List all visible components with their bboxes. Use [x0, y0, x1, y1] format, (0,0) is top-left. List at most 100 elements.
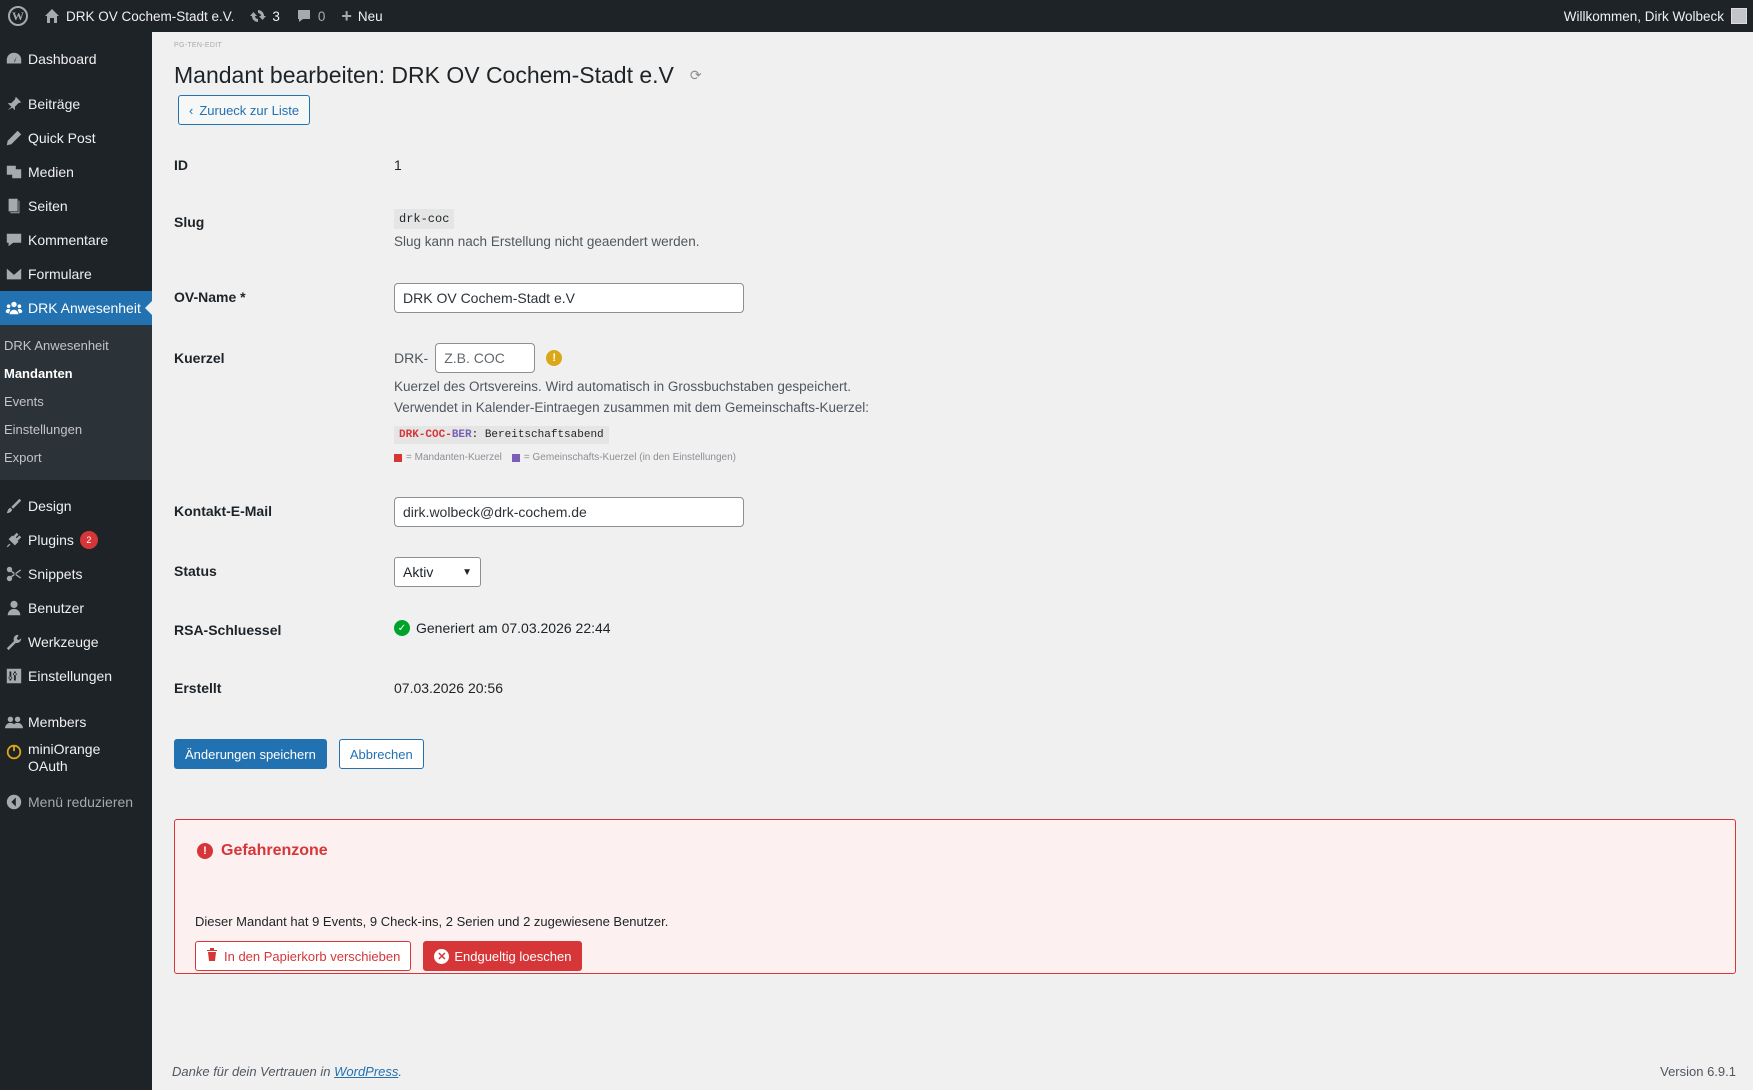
- footer-version: Version 6.9.1: [1660, 1064, 1736, 1079]
- ovname-input[interactable]: DRK OV Cochem-Stadt e.V: [394, 283, 744, 313]
- save-button[interactable]: Änderungen speichern: [174, 739, 327, 769]
- sidebar-label: Kommentare: [28, 232, 109, 248]
- sidebar-label: Benutzer: [28, 600, 85, 616]
- trash-label: In den Papierkorb verschieben: [224, 948, 401, 964]
- email-label: Kontakt-E-Mail: [174, 503, 272, 519]
- collapse-icon: [0, 793, 28, 811]
- greeting: Willkommen, Dirk Wolbeck: [1563, 8, 1724, 24]
- dashboard-icon: [0, 50, 28, 68]
- members-icon: [0, 713, 28, 731]
- comments-link[interactable]: 0: [288, 0, 334, 32]
- warning-icon: !: [546, 350, 563, 366]
- sidebar-item-dashboard[interactable]: Dashboard: [0, 42, 152, 76]
- sidebar-item-benutzer[interactable]: Benutzer: [0, 591, 152, 625]
- page-id-label: PG-TEN-EDIT: [174, 42, 223, 49]
- wordpress-icon: W: [8, 6, 28, 26]
- main-content: PG-TEN-EDIT Mandant bearbeiten: DRK OV C…: [152, 32, 1753, 1090]
- sidebar-label: Snippets: [28, 566, 83, 582]
- refresh-icon: [250, 8, 267, 24]
- slug-value: drk-coc: [394, 209, 455, 229]
- page-title: Mandant bearbeiten: DRK OV Cochem-Stadt …: [174, 62, 674, 88]
- sidebar-label: Beiträge: [28, 96, 81, 112]
- account-menu[interactable]: Willkommen, Dirk Wolbeck: [1556, 0, 1753, 32]
- wordpress-logo-button[interactable]: W: [0, 0, 36, 32]
- settings-icon: [0, 667, 28, 685]
- status-select[interactable]: Aktiv ▼: [394, 557, 481, 587]
- updates-link[interactable]: 3: [242, 0, 288, 32]
- sidebar-item-miniorange-oauth[interactable]: miniOrange OAuth: [0, 739, 152, 779]
- check-circle-icon: ✓: [394, 620, 410, 636]
- id-value: 1: [394, 157, 402, 173]
- sync-icon[interactable]: ⟳: [690, 67, 702, 84]
- collapse-menu-button[interactable]: Menü reduzieren: [0, 785, 152, 819]
- status-value: Aktiv: [403, 564, 434, 580]
- new-content-link[interactable]: + Neu: [333, 0, 390, 32]
- plugin-icon: [0, 531, 28, 549]
- submenu-item-einstellungen[interactable]: Einstellungen: [0, 416, 152, 444]
- delete-permanently-button[interactable]: ✕ Endgueltig loeschen: [423, 941, 583, 971]
- sidebar-item-snippets[interactable]: Snippets: [0, 557, 152, 591]
- legend-red-text: = Mandanten-Kuerzel: [406, 452, 502, 463]
- sidebar-item-werkzeuge[interactable]: Werkzeuge: [0, 625, 152, 659]
- wrench-icon: [0, 633, 28, 651]
- sidebar-label: Dashboard: [28, 51, 97, 67]
- submenu-item-export[interactable]: Export: [0, 444, 152, 472]
- submenu-item-events[interactable]: Events: [0, 388, 152, 416]
- user-icon: [0, 599, 28, 617]
- example-mandant-part: DRK-COC-: [399, 429, 452, 441]
- brush-icon: [0, 497, 28, 515]
- created-value: 07.03.2026 20:56: [394, 680, 503, 696]
- mail-icon: [0, 265, 28, 283]
- home-icon: [44, 8, 60, 24]
- sidebar-label: Plugins: [28, 532, 74, 548]
- calendar-example: DRK-COC-BER: Bereitschaftsabend: [394, 426, 609, 444]
- sidebar-item-members[interactable]: Members: [0, 705, 152, 739]
- kuerzel-description-1: Kuerzel des Ortsvereins. Wird automatisc…: [394, 379, 851, 394]
- sidebar-label: Werkzeuge: [28, 634, 99, 650]
- sidebar-item-quick-post[interactable]: Quick Post: [0, 121, 152, 155]
- ovname-label: OV-Name *: [174, 289, 246, 305]
- site-name: DRK OV Cochem-Stadt e.V.: [66, 8, 235, 24]
- plus-icon: +: [341, 5, 352, 26]
- sidebar-item-seiten[interactable]: Seiten: [0, 189, 152, 223]
- sidebar-item-design[interactable]: Design: [0, 489, 152, 523]
- sidebar-item-beitraege[interactable]: Beiträge: [0, 87, 152, 121]
- sidebar-item-drk-anwesenheit[interactable]: DRK Anwesenheit: [0, 291, 153, 325]
- submenu-item-mandanten[interactable]: Mandanten: [0, 360, 152, 388]
- legend-red-swatch: [394, 453, 402, 462]
- sidebar-item-einstellungen[interactable]: Einstellungen: [0, 659, 152, 693]
- updates-count: 3: [272, 8, 280, 24]
- sidebar-item-formulare[interactable]: Formulare: [0, 257, 152, 291]
- delete-label: Endgueltig loeschen: [454, 948, 572, 964]
- submenu-item-drk-anwesenheit[interactable]: DRK Anwesenheit: [0, 332, 152, 360]
- kuerzel-input[interactable]: Z.B. COC: [435, 343, 536, 373]
- move-to-trash-button[interactable]: In den Papierkorb verschieben: [195, 941, 412, 971]
- rsa-value: Generiert am 07.03.2026 22:44: [416, 620, 611, 636]
- rsa-label: RSA-Schluessel: [174, 622, 282, 638]
- danger-zone-text: Dieser Mandant hat 9 Events, 9 Check-ins…: [195, 914, 669, 929]
- new-label: Neu: [357, 8, 383, 24]
- site-name-link[interactable]: DRK OV Cochem-Stadt e.V.: [36, 0, 242, 32]
- sidebar-label: Design: [28, 498, 72, 514]
- comments-count: 0: [317, 8, 326, 24]
- back-label: Zurueck zur Liste: [199, 102, 300, 118]
- sidebar-item-medien[interactable]: Medien: [0, 155, 152, 189]
- comment-icon: [0, 231, 28, 249]
- wordpress-link[interactable]: WordPress: [334, 1064, 398, 1079]
- groups-icon: [0, 299, 28, 317]
- cancel-button[interactable]: Abbrechen: [338, 739, 424, 769]
- collapse-label: Menü reduzieren: [28, 794, 134, 810]
- danger-zone-title: Gefahrenzone: [221, 842, 328, 859]
- id-label: ID: [174, 157, 188, 173]
- back-to-list-button[interactable]: ‹ Zurueck zur Liste: [178, 95, 311, 125]
- email-input[interactable]: dirk.wolbeck@drk-cochem.de: [394, 497, 744, 527]
- pencil-icon: [0, 129, 28, 147]
- sidebar-item-plugins[interactable]: Plugins 2: [0, 523, 152, 557]
- rsa-status: ✓ Generiert am 07.03.2026 22:44: [394, 620, 611, 636]
- sidebar-item-kommentare[interactable]: Kommentare: [0, 223, 152, 257]
- legend-purple-swatch: [511, 453, 520, 462]
- pin-icon: [0, 95, 28, 113]
- kuerzel-legend: = Mandanten-Kuerzel = Gemeinschafts-Kuer…: [394, 452, 736, 463]
- kuerzel-label: Kuerzel: [174, 350, 225, 366]
- plugins-update-badge: 2: [79, 531, 98, 549]
